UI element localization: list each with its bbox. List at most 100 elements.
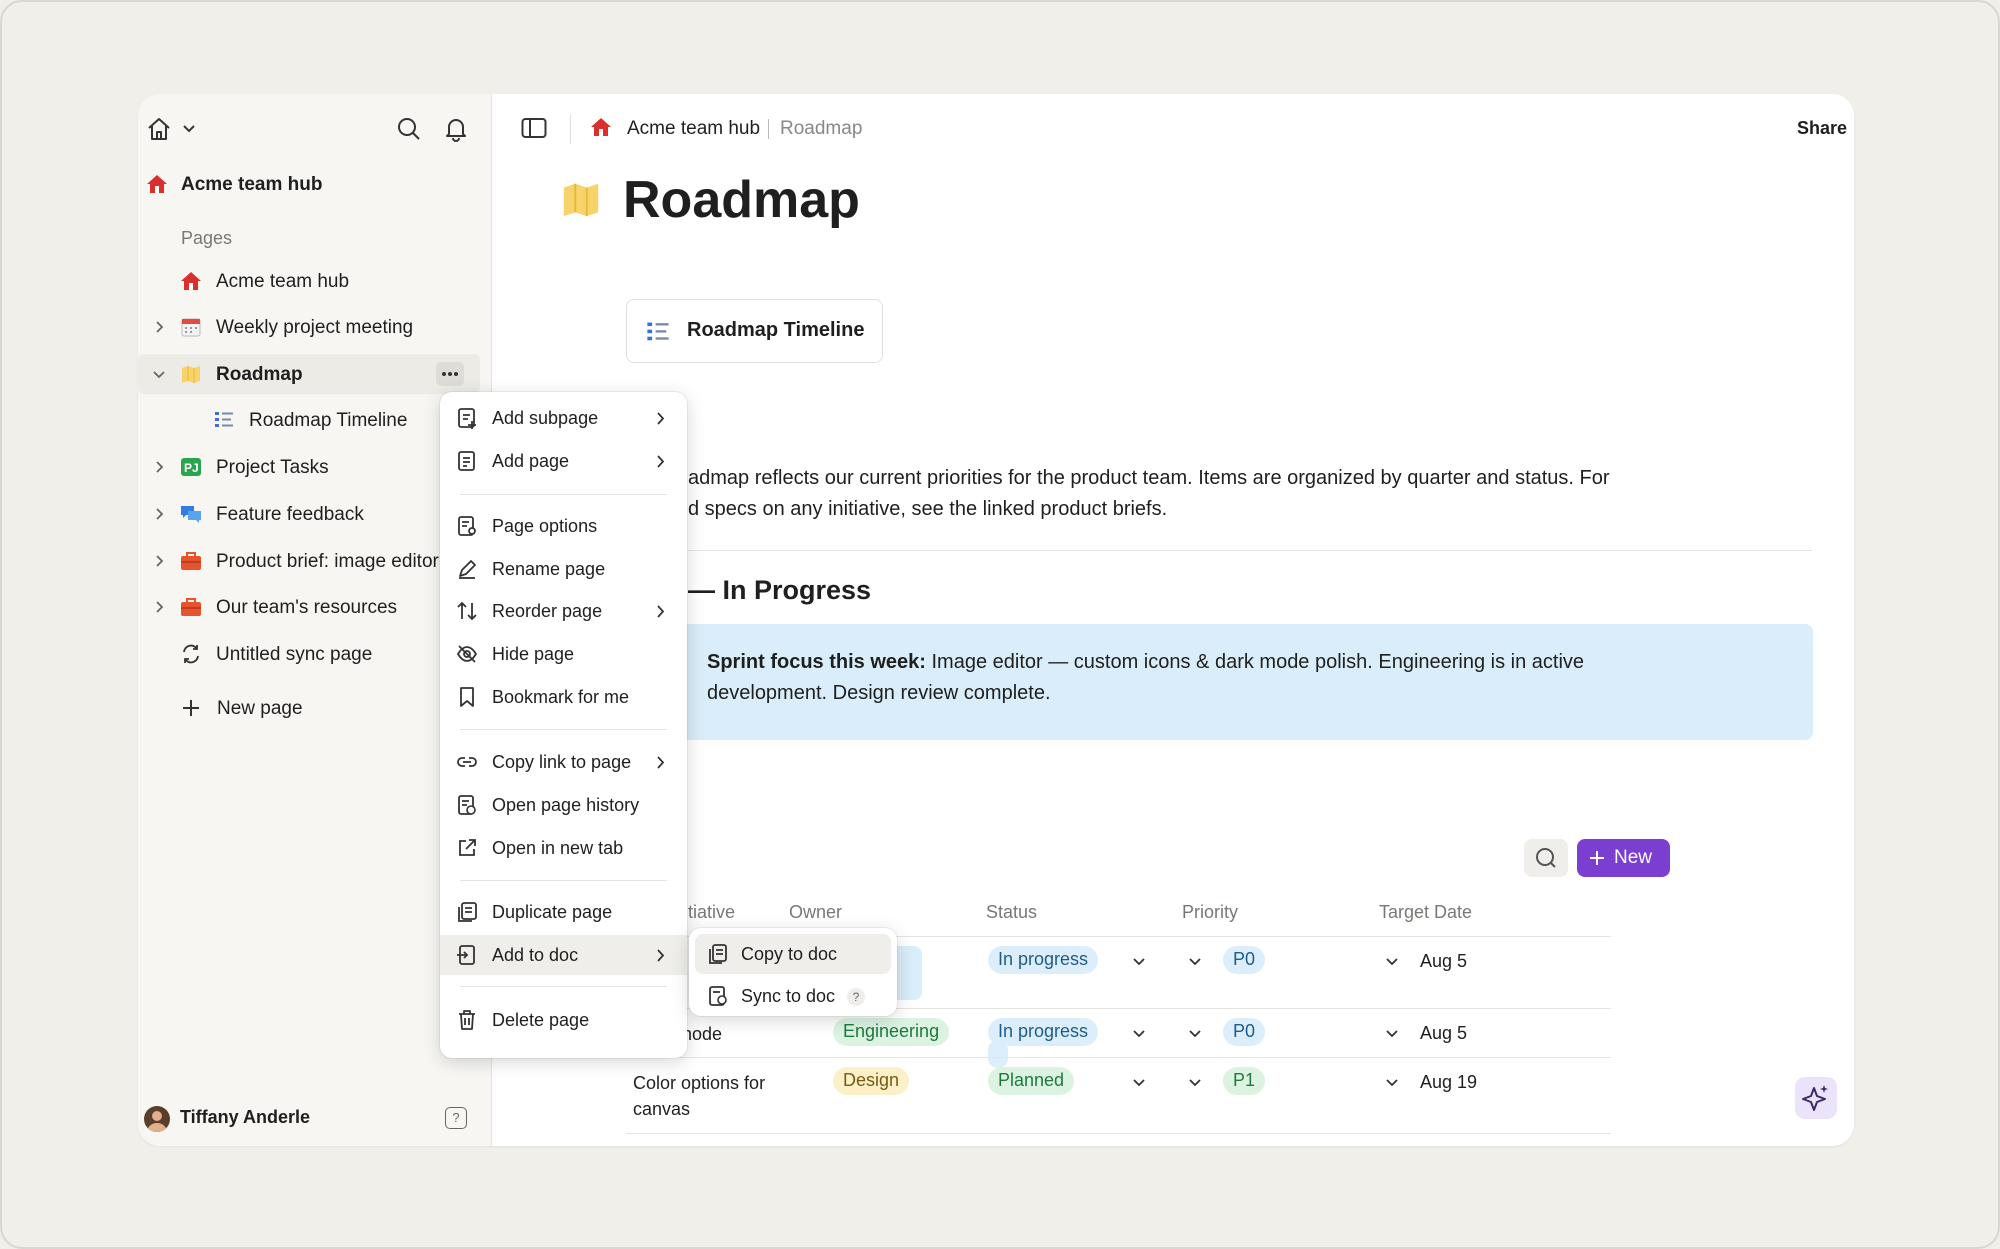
column-header-target-date[interactable]: Target Date [1379, 902, 1472, 923]
target-date[interactable]: Aug 19 [1420, 1072, 1477, 1093]
sidebar-item-label: Untitled sync page [216, 644, 373, 665]
roadmap-timeline-card[interactable]: Roadmap Timeline [626, 299, 883, 363]
sidebar-item-weekly-project-meeting[interactable]: Weekly project meeting [138, 307, 480, 347]
sidebar-item-team-resources[interactable]: Our team's resources [138, 587, 480, 627]
help-icon[interactable]: ? [847, 988, 865, 1006]
submenu-item-sync-to-doc[interactable]: Sync to doc ? [689, 976, 897, 1016]
breadcrumb-page[interactable]: Roadmap [780, 118, 862, 140]
status-value: In progress [988, 1018, 1099, 1046]
target-date[interactable]: Aug 5 [1420, 1023, 1467, 1044]
menu-item-reorder-page[interactable]: Reorder page [440, 591, 687, 631]
sidebar-item-roadmap[interactable]: Roadmap [138, 354, 480, 394]
priority-pill[interactable]: P0 [1223, 946, 1266, 974]
menu-item-bookmark[interactable]: Bookmark for me [440, 677, 687, 717]
chevron-down-icon[interactable] [1133, 1079, 1145, 1087]
hide-icon [456, 645, 478, 663]
owner-pill[interactable]: Design [833, 1067, 910, 1095]
sidebar-toggle-icon[interactable] [521, 117, 547, 139]
chevron-down-icon[interactable] [1386, 1079, 1398, 1087]
chevron-right-icon[interactable] [152, 600, 166, 614]
chevron-right-icon[interactable] [152, 460, 166, 474]
chevron-right-icon [657, 605, 665, 618]
initiative-name-line2[interactable]: canvas [633, 1099, 690, 1120]
sidebar-item-label: Project Tasks [216, 457, 329, 478]
chevron-right-icon[interactable] [152, 554, 166, 568]
menu-item-copy-link[interactable]: Copy link to page [440, 742, 687, 782]
priority-pill[interactable]: P0 [1223, 1018, 1266, 1046]
chevron-down-icon[interactable] [152, 367, 166, 381]
table-search-button[interactable] [1524, 839, 1568, 877]
column-header-initiative[interactable]: tiative [688, 902, 735, 923]
chevron-down-icon[interactable] [1189, 1079, 1201, 1087]
menu-item-duplicate-page[interactable]: Duplicate page [440, 892, 687, 932]
share-button[interactable]: Share [1797, 118, 1847, 139]
sidebar-item-untitled-sync-page[interactable]: Untitled sync page [138, 634, 480, 674]
submenu-item-copy-to-doc[interactable]: Copy to doc [695, 934, 891, 974]
menu-item-label: Reorder page [492, 601, 603, 621]
sidebar-item-product-brief[interactable]: Product brief: image editor [138, 541, 480, 581]
menu-item-add-subpage[interactable]: Add subpage [440, 398, 687, 438]
sync-to-doc-icon [709, 986, 727, 1006]
initiative-name[interactable]: node [682, 1024, 722, 1045]
sidebar-item-acme-team-hub[interactable]: Acme team hub [138, 261, 480, 301]
sidebar-item-label: Weekly project meeting [216, 317, 414, 338]
owner-pill[interactable]: Engineering [833, 1018, 950, 1046]
rename-icon [459, 560, 476, 579]
menu-item-label: Page options [492, 516, 598, 536]
chevron-right-icon[interactable] [152, 507, 166, 521]
menu-item-label: Delete page [492, 1010, 590, 1030]
avatar[interactable] [144, 1106, 170, 1132]
new-item-button[interactable]: New [1577, 839, 1670, 877]
callout: Sprint focus this week: Image editor — c… [672, 624, 1813, 740]
menu-item-open-new-tab[interactable]: Open in new tab [440, 828, 687, 868]
plus-icon [1590, 851, 1604, 865]
menu-item-hide-page[interactable]: Hide page [440, 634, 687, 674]
chevron-down-icon[interactable] [182, 124, 196, 134]
home-icon[interactable] [146, 116, 172, 142]
chevron-down-icon[interactable] [1133, 1030, 1145, 1038]
breadcrumb-hub[interactable]: Acme team hub [627, 118, 760, 140]
sidebar-item-project-tasks[interactable]: PJ Project Tasks [138, 447, 480, 487]
menu-item-rename-page[interactable]: Rename page [440, 549, 687, 589]
chevron-down-icon[interactable] [1386, 958, 1398, 966]
user-name[interactable]: Tiffany Anderle [180, 1107, 310, 1128]
menu-item-add-page[interactable]: Add page [440, 441, 687, 481]
menu-item-add-to-doc[interactable]: Add to doc [440, 935, 687, 975]
chevron-down-icon[interactable] [1189, 958, 1201, 966]
workspace-title[interactable]: Acme team hub [181, 174, 322, 196]
initiative-name-line1[interactable]: Color options for [633, 1073, 765, 1094]
svg-text:PJ: PJ [184, 461, 199, 475]
new-page-label: New page [217, 698, 303, 719]
column-header-status[interactable]: Status [986, 902, 1037, 923]
status-pill[interactable]: In progress [988, 1018, 1099, 1046]
chevron-down-icon[interactable] [1189, 1030, 1201, 1038]
priority-pill[interactable]: P1 [1223, 1067, 1266, 1095]
target-date[interactable]: Aug 5 [1420, 951, 1467, 972]
status-pill[interactable]: Planned [988, 1067, 1075, 1095]
new-page-button[interactable]: New page [138, 688, 480, 728]
menu-item-page-options[interactable]: Page options [440, 506, 687, 546]
timeline-icon [213, 409, 235, 431]
menu-item-label: Add to doc [492, 945, 579, 965]
chevron-right-icon[interactable] [152, 320, 166, 334]
status-pill[interactable]: In progress [988, 946, 1099, 974]
column-header-priority[interactable]: Priority [1182, 902, 1238, 923]
sidebar-item-roadmap-timeline[interactable]: Roadmap Timeline [138, 400, 480, 440]
timeline-card-label: Roadmap Timeline [687, 319, 865, 341]
chevron-down-icon[interactable] [1133, 958, 1145, 966]
menu-item-page-history[interactable]: Open page history [440, 785, 687, 825]
callout-text-line2: development. Design review complete. [707, 682, 1051, 704]
bell-icon[interactable] [443, 116, 469, 142]
more-options-button[interactable] [436, 362, 464, 386]
menu-item-delete-page[interactable]: Delete page [440, 1000, 687, 1040]
help-icon[interactable]: ? [445, 1107, 467, 1129]
menu-item-label: Rename page [492, 559, 606, 579]
column-header-owner[interactable]: Owner [789, 902, 842, 923]
chevron-down-icon[interactable] [1386, 1030, 1398, 1038]
sidebar-item-feature-feedback[interactable]: Feature feedback [138, 494, 480, 534]
page-title[interactable]: Roadmap [623, 170, 860, 230]
ai-assistant-button[interactable] [1795, 1077, 1837, 1119]
section-heading: — In Progress [688, 575, 872, 605]
search-icon[interactable] [396, 116, 422, 142]
menu-separator [460, 986, 667, 987]
